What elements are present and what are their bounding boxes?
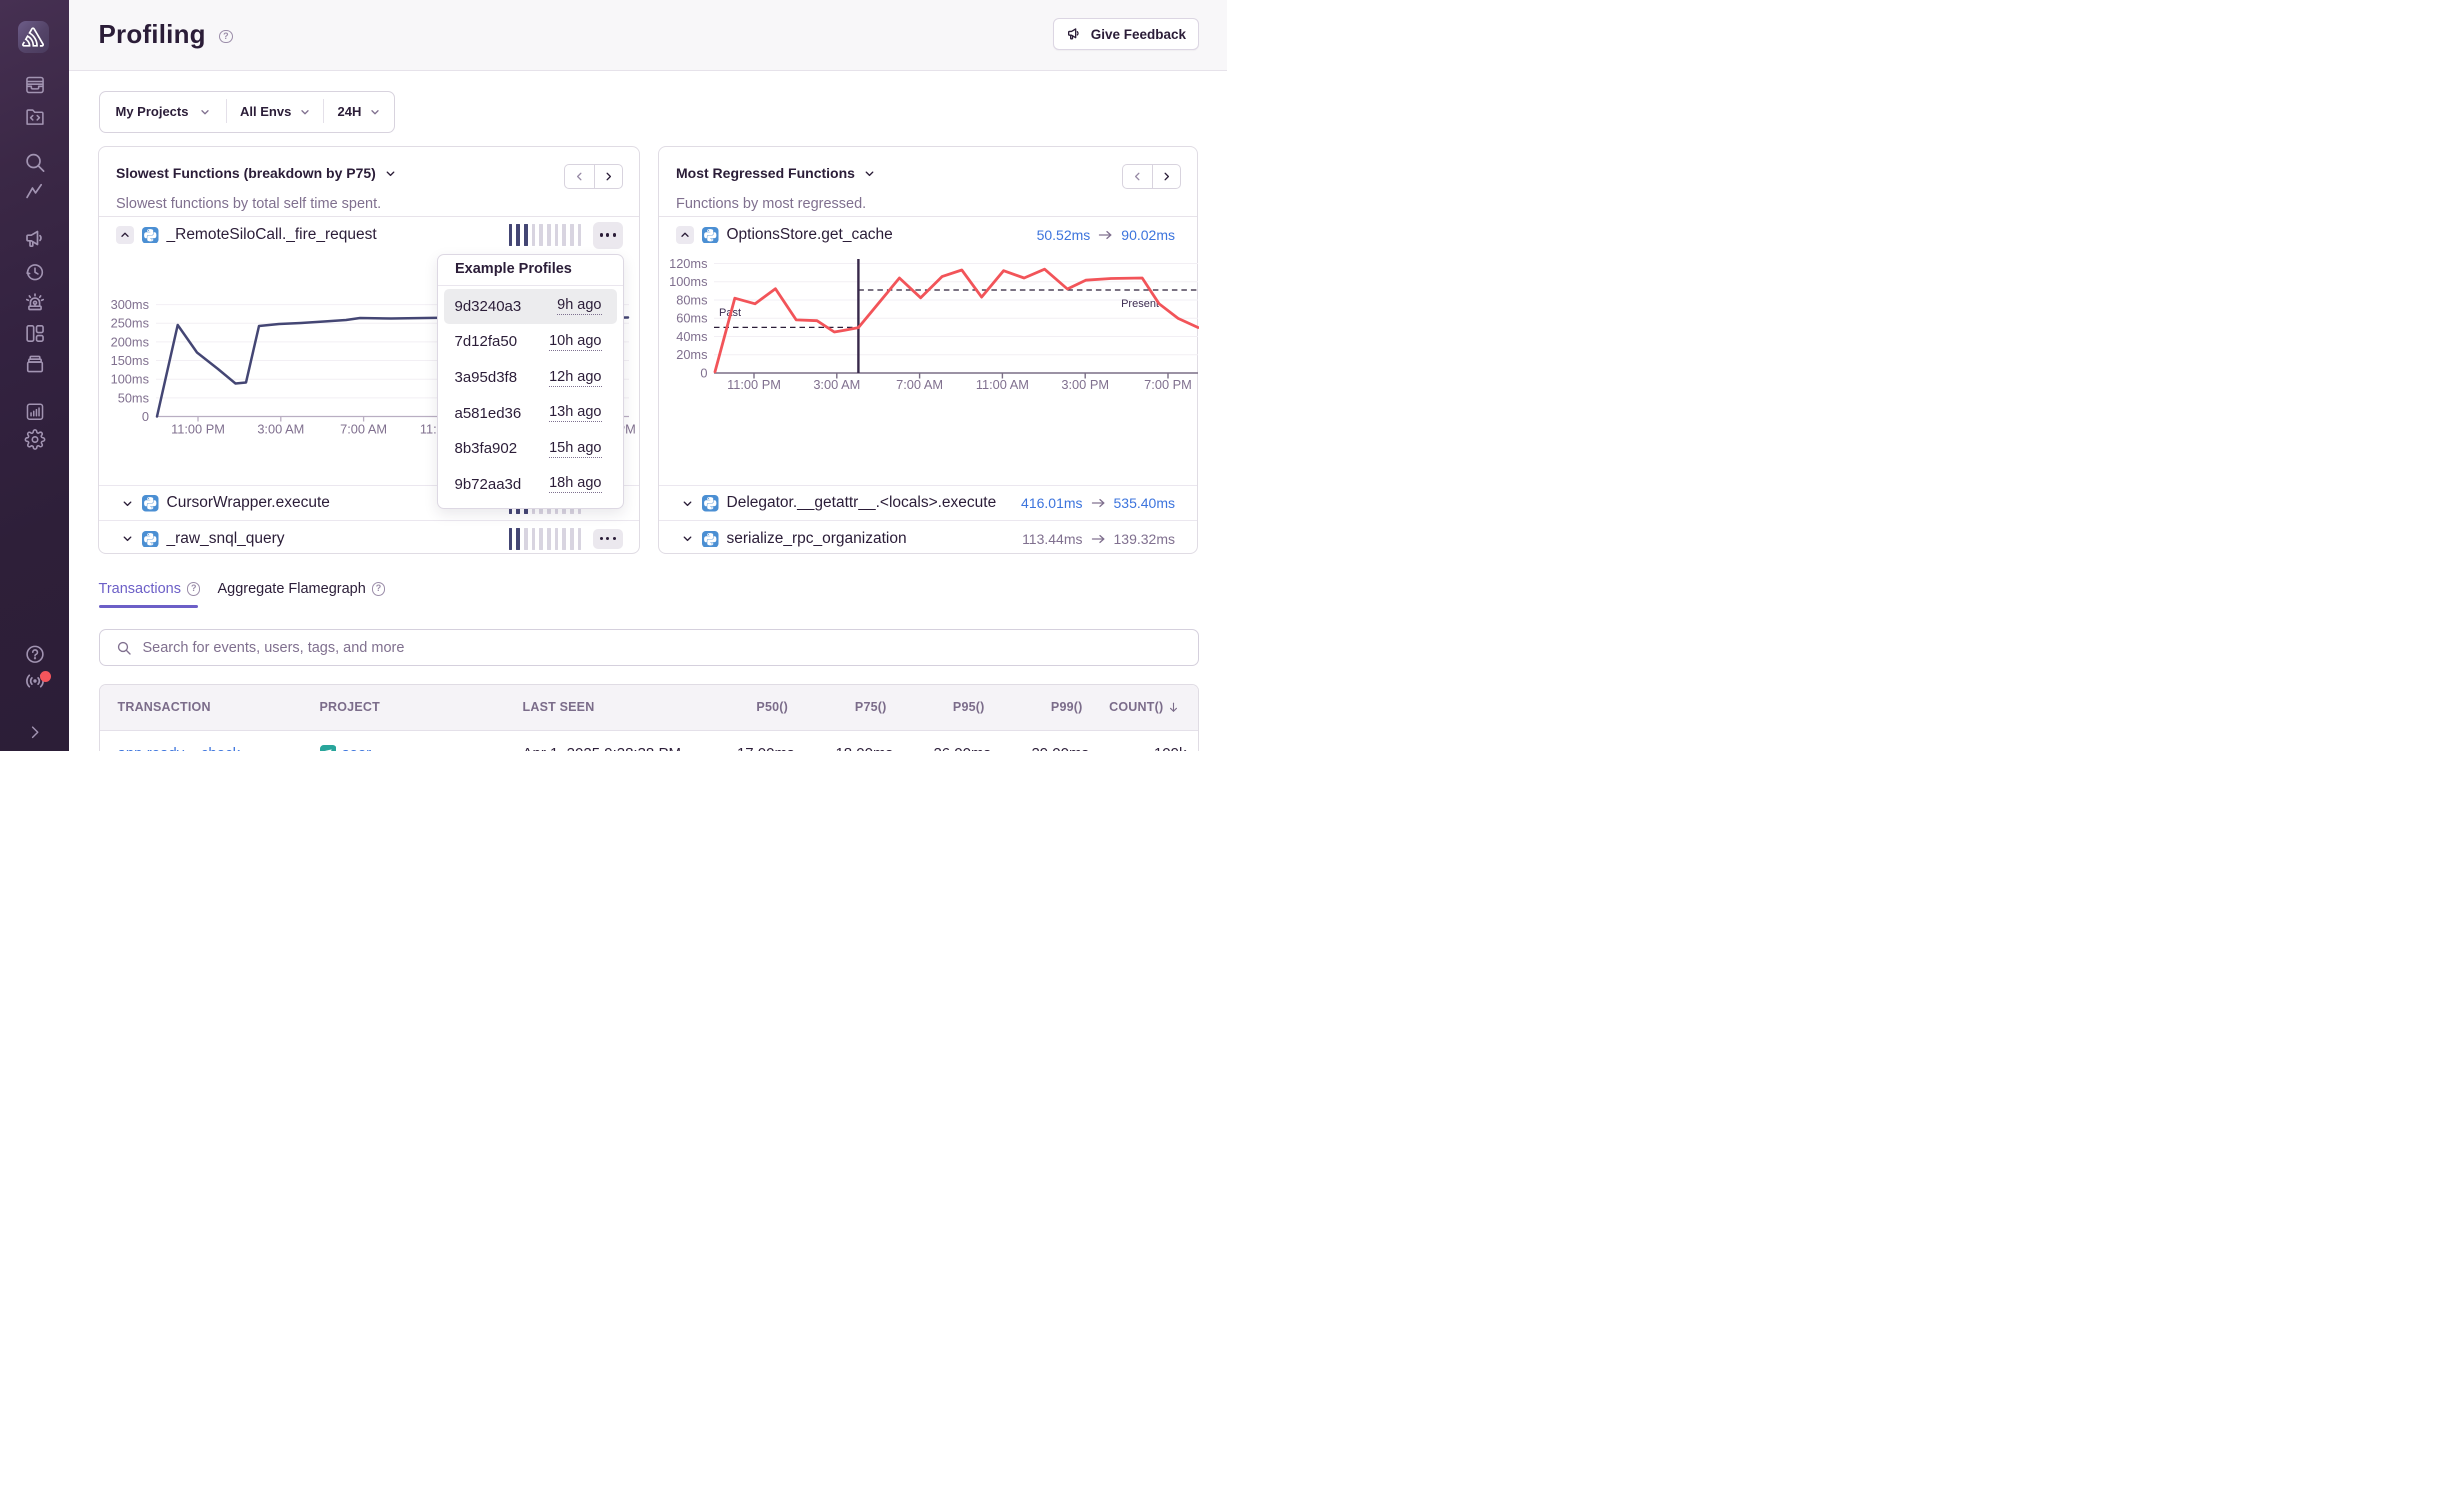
svg-text:11:00 PM: 11:00 PM xyxy=(171,421,225,436)
svg-text:20ms: 20ms xyxy=(676,347,707,362)
svg-text:40ms: 40ms xyxy=(676,328,707,343)
svg-text:200ms: 200ms xyxy=(111,334,149,349)
svg-text:120ms: 120ms xyxy=(669,255,707,270)
svg-text:7:00 AM: 7:00 AM xyxy=(896,377,943,392)
svg-text:Present: Present xyxy=(1121,298,1159,310)
svg-text:300ms: 300ms xyxy=(111,297,149,312)
svg-text:3:00 PM: 3:00 PM xyxy=(1061,377,1109,392)
svg-text:50ms: 50ms xyxy=(118,390,149,405)
svg-text:3:00 AM: 3:00 AM xyxy=(257,421,304,436)
svg-text:11:00 PM: 11:00 PM xyxy=(727,377,781,392)
svg-text:250ms: 250ms xyxy=(111,315,149,330)
svg-text:100ms: 100ms xyxy=(669,274,707,289)
svg-text:150ms: 150ms xyxy=(111,352,149,367)
svg-text:60ms: 60ms xyxy=(676,310,707,325)
svg-text:7:00 AM: 7:00 AM xyxy=(340,421,387,436)
svg-text:11:00 AM: 11:00 AM xyxy=(976,377,1029,392)
svg-text:80ms: 80ms xyxy=(676,292,707,307)
svg-text:0: 0 xyxy=(142,409,149,424)
svg-text:100ms: 100ms xyxy=(111,371,149,386)
svg-text:0: 0 xyxy=(700,365,707,380)
svg-text:3:00 AM: 3:00 AM xyxy=(813,377,860,392)
svg-text:7:00 PM: 7:00 PM xyxy=(1144,377,1192,392)
